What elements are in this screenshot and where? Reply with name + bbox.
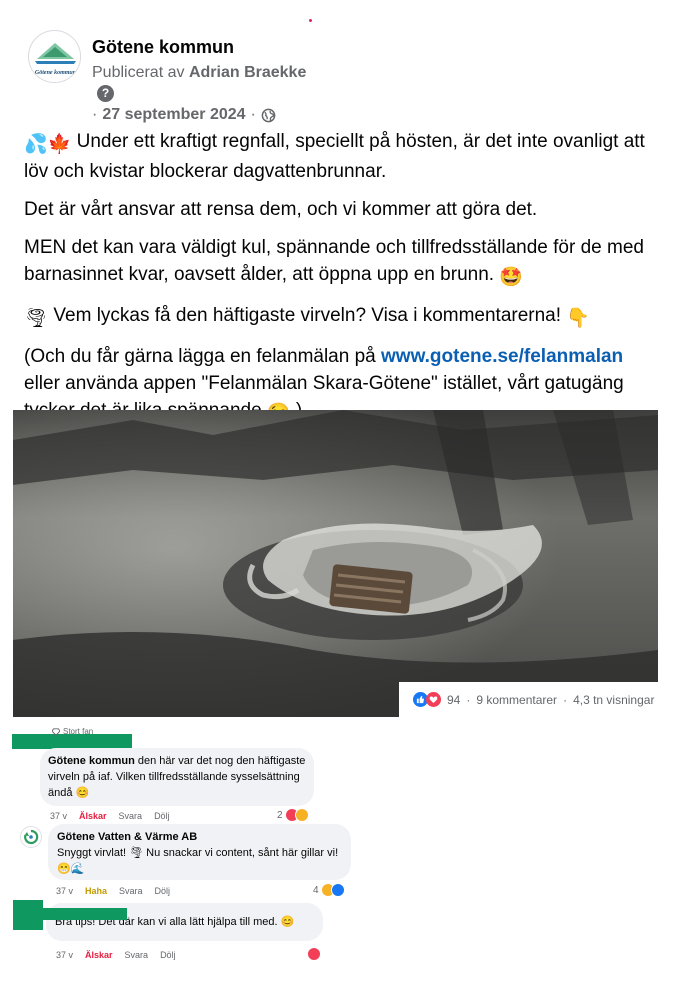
haha-reaction-button-2[interactable]: Haha (85, 886, 107, 896)
hide-button-1[interactable]: Dölj (154, 811, 170, 821)
felanmalan-link[interactable]: www.gotene.se/felanmalan (381, 346, 623, 367)
comment-reactions-1[interactable]: 2 (277, 808, 309, 822)
comment-author-1[interactable]: Götene kommun (48, 755, 135, 767)
help-icon[interactable]: ? (97, 85, 114, 102)
paragraph-5-start: (Och du får gärna lägga en felanmälan på (24, 346, 376, 367)
video-player[interactable] (13, 410, 658, 717)
love-icon (307, 947, 321, 961)
post-text: 💦🍁 Under ett kraftigt regnfall, speciell… (24, 128, 664, 438)
comment-count[interactable]: 9 kommentarer (476, 693, 557, 707)
red-dot (309, 19, 312, 22)
page-name[interactable]: Götene kommun (92, 37, 234, 58)
view-count: 4,3 tn visningar (573, 692, 655, 707)
stats-sep-2: · (563, 692, 568, 707)
comment-actions-3: 37 v Älskar Svara Dölj (56, 950, 176, 960)
comment-reactions-2[interactable]: 4 (313, 883, 345, 897)
comment-reaction-count-2: 4 (313, 884, 319, 896)
comment-reactions-3[interactable] (307, 947, 321, 961)
paragraph-1-text: Under ett kraftigt regnfall, speciellt p… (24, 131, 645, 182)
page-logo[interactable]: Götene kommun (28, 30, 81, 83)
post-date-row: · 27 september 2024 · (92, 106, 276, 124)
comment-actions-2: 37 v Haha Svara Dölj (56, 886, 170, 896)
water-logo-icon (24, 829, 39, 845)
leaf-emoji: 🍁 (47, 134, 72, 155)
redacted-avatar-3 (13, 900, 43, 930)
comment-bubble-1: Götene kommun den här var det nog den hä… (40, 748, 314, 806)
reply-button-1[interactable]: Svara (119, 811, 143, 821)
like-icon (330, 883, 345, 897)
point-down-emoji: 👇 (566, 308, 590, 329)
comment-text-2: Snyggt virvlat! 🌪 Nu snackar vi content,… (57, 847, 339, 859)
paragraph-1: 💦🍁 Under ett kraftigt regnfall, speciell… (24, 128, 664, 185)
badge-label: Stort fan (63, 727, 94, 736)
love-icon (426, 692, 441, 707)
published-by: Publicerat av Adrian Braekke (92, 64, 306, 82)
love-reaction-button-3[interactable]: Älskar (85, 950, 113, 960)
hide-button-2[interactable]: Dölj (155, 886, 171, 896)
stats-sep-1: · (466, 692, 471, 707)
comment-bubble-2: Götene Vatten & Värme AB Snyggt virvlat!… (48, 824, 351, 880)
comment-emoji-1: 😊 (75, 787, 90, 799)
droplets-emoji: 💦 (24, 134, 48, 155)
globe-icon[interactable] (261, 108, 276, 123)
comment-emoji-3: 😊 (280, 916, 295, 928)
video-frame (13, 410, 658, 717)
hide-button-3[interactable]: Dölj (160, 950, 176, 960)
love-reaction-button-1[interactable]: Älskar (79, 811, 107, 821)
paragraph-3: MEN det kan vara väldigt kul, spännande … (24, 234, 664, 291)
reaction-count[interactable]: 94 (447, 693, 460, 707)
comment-emoji-2: 😁🌊 (57, 863, 85, 875)
comment-reaction-count-1: 2 (277, 809, 283, 821)
comment-avatar-2[interactable] (20, 826, 42, 848)
haha-icon (294, 808, 309, 822)
logo-text: Götene kommun (35, 70, 77, 76)
logo-icon: Götene kommun (29, 31, 80, 82)
redacted-avatar-1 (12, 734, 132, 749)
reaction-icons[interactable] (413, 692, 441, 707)
paragraph-2: Det är vårt ansvar att rensa dem, och vi… (24, 199, 538, 220)
paragraph-4-text: Vem lyckas få den häftigaste virveln? Vi… (53, 305, 562, 326)
published-prefix: Publicerat av (92, 64, 185, 81)
comment-actions-1: 37 v Älskar Svara Dölj (50, 811, 170, 821)
date-separator: · (250, 106, 256, 123)
paragraph-3-text: MEN det kan vara väldigt kul, spännande … (24, 237, 644, 285)
starstruck-emoji: 🤩 (499, 267, 524, 288)
top-fan-badge: Stort fan (52, 727, 93, 736)
redacted-name-3 (43, 908, 127, 920)
comment-author-2[interactable]: Götene Vatten & Värme AB (57, 829, 342, 845)
post-header: Götene kommun Götene kommun Publicerat a… (28, 30, 660, 125)
comment-time-1[interactable]: 37 v (50, 811, 67, 821)
publisher-name[interactable]: Adrian Braekke (189, 64, 306, 81)
post-stats: 94 · 9 kommentarer · 4,3 tn visningar (399, 682, 659, 717)
reply-button-2[interactable]: Svara (119, 886, 143, 896)
reply-button-3[interactable]: Svara (125, 950, 149, 960)
comment-time-2[interactable]: 37 v (56, 886, 73, 896)
post-date[interactable]: 27 september 2024 (102, 106, 245, 124)
diamond-icon (52, 727, 60, 736)
date-prefix: · (92, 106, 98, 123)
paragraph-4: 🌪 Vem lyckas få den häftigaste virveln? … (24, 302, 664, 332)
tornado-emoji: 🌪 (24, 308, 49, 329)
comment-time-3[interactable]: 37 v (56, 950, 73, 960)
